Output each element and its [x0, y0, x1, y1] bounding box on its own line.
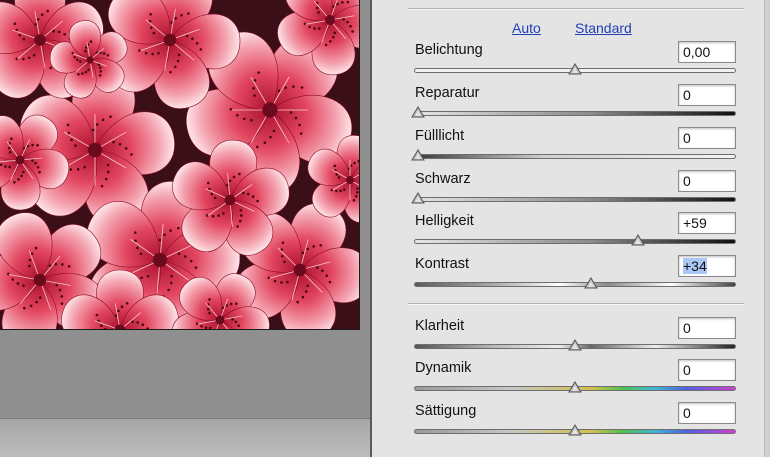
dynamik-label: Dynamik: [415, 360, 472, 376]
reparatur-slider-track[interactable]: [414, 111, 736, 116]
schwarz-slider-track[interactable]: [414, 197, 736, 202]
reparatur-label: Reparatur: [415, 85, 480, 101]
dynamik-value-field[interactable]: 0: [678, 359, 736, 381]
control-saettigung: Sättigung 0: [412, 402, 742, 440]
belichtung-label: Belichtung: [415, 42, 483, 58]
fuelllicht-label: Fülllicht: [415, 128, 465, 144]
klarheit-value-field[interactable]: 0: [678, 317, 736, 339]
schwarz-label: Schwarz: [415, 171, 471, 187]
belichtung-value-field[interactable]: 0,00: [678, 41, 736, 63]
helligkeit-slider-track[interactable]: [414, 239, 736, 244]
auto-link[interactable]: Auto: [512, 20, 541, 36]
control-helligkeit: Helligkeit +59: [412, 212, 742, 250]
helligkeit-value-field[interactable]: +59: [678, 212, 736, 234]
photo-preview[interactable]: [0, 0, 360, 330]
saettigung-value-field[interactable]: 0: [678, 402, 736, 424]
control-kontrast: Kontrast +34: [412, 255, 742, 293]
helligkeit-label: Helligkeit: [415, 213, 474, 229]
azalea-photo: [0, 0, 359, 329]
panel-scrollbar-track[interactable]: [764, 0, 770, 457]
control-schwarz: Schwarz 0: [411, 170, 742, 208]
panel-section-divider: [408, 303, 744, 305]
panel-top-divider: [408, 8, 744, 10]
control-reparatur: Reparatur 0: [411, 84, 742, 122]
control-belichtung: Belichtung 0,00: [412, 41, 742, 79]
kontrast-slider-track[interactable]: [414, 282, 736, 287]
kontrast-value-field[interactable]: +34: [678, 255, 736, 277]
control-klarheit: Klarheit 0: [412, 317, 742, 355]
image-preview-area: [0, 0, 370, 457]
reparatur-value-field[interactable]: 0: [678, 84, 736, 106]
control-fuelllicht: Fülllicht 0: [411, 127, 742, 165]
basic-adjustments-panel: Auto Standard Belichtung 0,00 Reparatur …: [370, 0, 770, 457]
standard-link[interactable]: Standard: [575, 20, 632, 36]
fuelllicht-slider-track[interactable]: [414, 154, 736, 159]
fuelllicht-value-field[interactable]: 0: [678, 127, 736, 149]
schwarz-value-field[interactable]: 0: [678, 170, 736, 192]
kontrast-label: Kontrast: [415, 256, 469, 272]
saettigung-label: Sättigung: [415, 403, 477, 419]
control-dynamik: Dynamik 0: [412, 359, 742, 397]
klarheit-label: Klarheit: [415, 318, 465, 334]
preview-bottom-strip: [0, 418, 370, 457]
